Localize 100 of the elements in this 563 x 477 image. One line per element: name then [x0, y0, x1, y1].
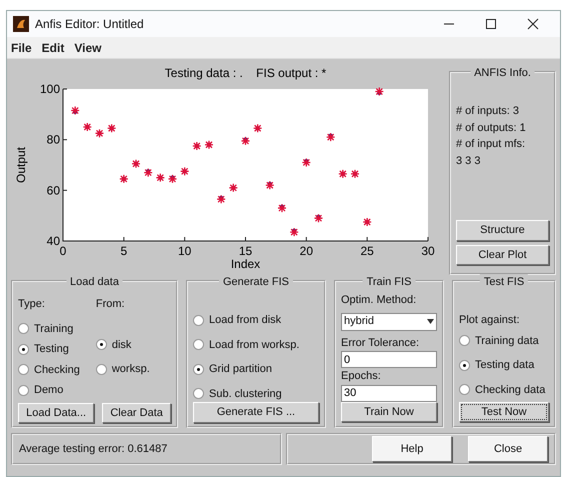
field-label: Type: [18, 297, 46, 312]
field-label: Error Tolerance: [341, 336, 420, 350]
data-point [280, 204, 284, 209]
radio-button[interactable]: Sub. clustering [193, 386, 319, 402]
tick-label: 100 [40, 82, 60, 96]
push-button[interactable]: Help [372, 436, 452, 462]
star-marker [216, 194, 226, 204]
tolerance-field[interactable]: 0 [341, 351, 437, 368]
field-label: Plot against: [459, 313, 521, 328]
star-marker [119, 174, 128, 184]
info-text: # of inputs: 3 [456, 104, 520, 119]
star-marker [156, 173, 165, 182]
radio-button[interactable]: Load from worksp. [193, 336, 319, 353]
data-point [292, 228, 296, 234]
push-button[interactable]: Test Now [459, 402, 549, 422]
star-marker [168, 174, 178, 184]
star-marker [192, 141, 202, 151]
tick-label: 5 [120, 244, 128, 258]
radio-button[interactable]: disk [96, 336, 150, 353]
tick-label: 20 [300, 244, 314, 258]
data-point [255, 126, 260, 130]
data-point [268, 182, 272, 186]
star-marker [302, 158, 311, 168]
data-point [109, 126, 114, 130]
menu-item[interactable]: Edit [42, 38, 64, 56]
maximize-icon [485, 18, 497, 30]
radio-button[interactable]: Checking data [459, 382, 549, 398]
star-marker [204, 140, 214, 150]
info-text: 3 3 3 [456, 154, 482, 168]
star-marker [338, 169, 348, 179]
epochs-field[interactable]: 30 [341, 384, 437, 402]
tick-label: 40 [46, 234, 60, 248]
radio-button[interactable]: Training [18, 320, 80, 337]
data-point [134, 162, 138, 166]
star-marker [180, 166, 190, 176]
data-point [340, 172, 346, 176]
star-marker [265, 180, 274, 190]
field-label: Epochs: [341, 369, 382, 384]
axis-label: Output [14, 146, 28, 184]
push-button[interactable]: Load Data... [18, 402, 94, 423]
tick-label: 0 [60, 244, 66, 258]
data-point [231, 186, 236, 190]
star-marker [362, 217, 372, 227]
radio-button[interactable]: Testing [18, 341, 80, 358]
data-point [206, 142, 212, 147]
tick-label: 80 [46, 132, 60, 147]
radio-button[interactable]: Testing data [459, 357, 549, 374]
radio-button[interactable]: worksp. [96, 361, 150, 378]
data-point [328, 134, 333, 138]
star-marker [94, 128, 104, 138]
app-icon [13, 16, 29, 32]
tick-label: 10 [178, 244, 192, 258]
data-point [182, 169, 187, 174]
push-button[interactable]: Structure [456, 220, 549, 240]
field-label: Optim. Method: [341, 293, 418, 308]
star-marker [70, 106, 80, 116]
status-message: Average testing error: 0.61487 [19, 443, 168, 455]
star-marker [374, 86, 384, 96]
star-marker [277, 203, 287, 213]
menu-item[interactable]: File [11, 38, 32, 56]
data-point [170, 175, 175, 180]
star-marker [131, 159, 141, 168]
tick-label: 60 [46, 183, 60, 198]
data-point [218, 196, 224, 200]
method-dropdown[interactable]: hybrid [341, 312, 437, 330]
info-text: # of input mfs: [456, 137, 526, 152]
star-marker [240, 136, 250, 146]
push-button[interactable]: Clear Data [102, 402, 172, 423]
info-text: # of outputs: 1 [456, 120, 527, 136]
data-point [316, 214, 321, 220]
tick-label: 30 [421, 244, 435, 258]
star-marker [314, 214, 324, 223]
data-point [158, 175, 163, 180]
star-marker [290, 227, 299, 237]
radio-button[interactable]: Demo [18, 382, 80, 398]
radio-button[interactable]: Grid partition [193, 361, 319, 378]
data-point [146, 169, 150, 174]
data-point [304, 159, 309, 164]
push-button[interactable]: Train Now [341, 402, 437, 422]
star-marker [228, 183, 238, 192]
menu-item[interactable]: View [74, 38, 102, 56]
data-point [243, 137, 248, 142]
star-marker [144, 168, 153, 178]
radio-button[interactable]: Load from disk [193, 312, 319, 328]
radio-button[interactable]: Training data [459, 332, 549, 349]
star-marker [350, 169, 360, 179]
star-marker [82, 122, 92, 132]
push-button[interactable]: Clear Plot [456, 244, 549, 265]
star-marker [107, 124, 116, 133]
tick-label: 15 [238, 244, 252, 258]
data-point [377, 90, 382, 95]
tick-label: 25 [360, 244, 374, 258]
push-button[interactable]: Generate FIS ... [193, 402, 319, 422]
star-marker [326, 132, 336, 142]
data-point [72, 110, 78, 114]
star-marker [253, 124, 262, 133]
push-button[interactable]: Close [468, 436, 548, 462]
close-icon [527, 18, 539, 30]
dropdown-arrow-icon [427, 319, 434, 324]
radio-button[interactable]: Checking [18, 362, 80, 378]
